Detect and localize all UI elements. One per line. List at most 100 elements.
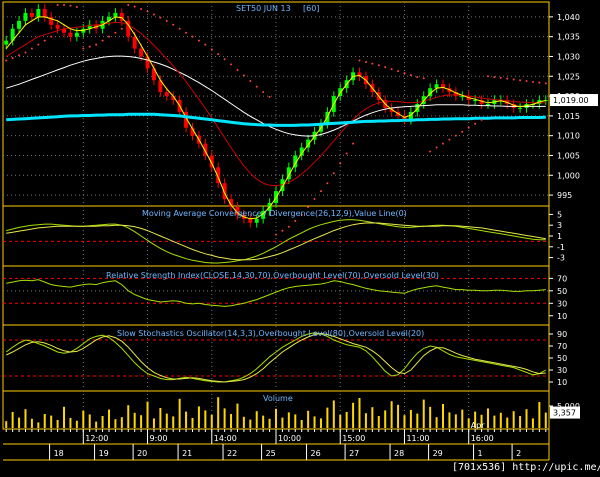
time-label: 11:00 xyxy=(406,434,429,443)
date-label: 28 xyxy=(394,449,404,458)
psar-dot xyxy=(538,81,541,84)
psar-dot xyxy=(204,43,207,46)
date-label: 26 xyxy=(311,449,321,458)
psar-dot xyxy=(95,43,98,46)
price-tick-label: 995 xyxy=(557,191,572,200)
price-tick-label: 1,030 xyxy=(557,52,580,61)
candle-body xyxy=(254,218,259,223)
psar-dot xyxy=(390,68,393,71)
chart-title: SET50 JUN 13 xyxy=(236,4,291,13)
psar-dot xyxy=(339,162,342,165)
rsi-tick-label: 70 xyxy=(557,274,567,283)
psar-dot xyxy=(429,150,432,153)
psar-dot xyxy=(146,10,149,13)
candle-body xyxy=(55,24,60,29)
psar-dot xyxy=(127,4,130,6)
date-label: 21 xyxy=(182,449,192,458)
psar-dot xyxy=(230,63,233,66)
psar-dot xyxy=(474,122,477,125)
macd-tick-label: -1 xyxy=(557,243,565,252)
time-label: 10:00 xyxy=(278,434,301,443)
candle-body xyxy=(4,40,9,45)
rsi-tick-label: 10 xyxy=(557,312,567,321)
psar-dot xyxy=(114,31,117,34)
psar-dot xyxy=(486,75,489,78)
psar-dot xyxy=(371,62,374,65)
psar-dot xyxy=(307,205,310,208)
candle-body xyxy=(68,32,73,37)
psar-dot xyxy=(11,57,14,60)
psar-dot xyxy=(461,130,464,133)
psar-dot xyxy=(544,82,547,85)
psar-dot xyxy=(345,152,348,155)
candle-body xyxy=(36,8,41,17)
date-label: 2 xyxy=(516,449,521,458)
psar-dot xyxy=(275,233,277,236)
psar-dot xyxy=(493,76,496,79)
psar-dot xyxy=(159,16,162,19)
psar-dot xyxy=(467,126,470,129)
macd-tick-label: 1 xyxy=(557,232,562,241)
candle-body xyxy=(74,32,79,37)
psar-dot xyxy=(409,74,412,77)
psar-dot xyxy=(140,7,143,10)
psar-dot xyxy=(172,23,175,26)
psar-dot xyxy=(249,80,252,83)
time-label: 15:00 xyxy=(342,434,365,443)
candle-body xyxy=(17,20,22,29)
month-label: Apr xyxy=(471,421,486,430)
psar-dot xyxy=(255,85,258,88)
psar-dot xyxy=(242,74,245,77)
psar-dot xyxy=(448,138,451,141)
last-price-value: 1,019.00 xyxy=(553,96,589,105)
macd-tick-label: 5 xyxy=(557,210,562,219)
psar-dot xyxy=(88,45,91,48)
psar-dot xyxy=(435,146,438,149)
date-label: 1 xyxy=(478,449,483,458)
psar-dot xyxy=(185,31,188,34)
date-label: 18 xyxy=(54,449,64,458)
psar-dot xyxy=(24,51,27,54)
psar-dot xyxy=(69,4,72,7)
stoch-tick-label: 10 xyxy=(557,378,567,387)
psar-dot xyxy=(50,35,53,38)
psar-dot xyxy=(18,54,21,57)
psar-dot xyxy=(287,225,290,228)
psar-dot xyxy=(326,182,329,185)
stoch-title: Slow Stochastics Oscillator(14,3,3),Over… xyxy=(117,329,424,338)
psar-dot xyxy=(519,79,522,82)
chart-window: 1,0401,0351,0301,0251,0201,0151,0101,005… xyxy=(0,0,600,477)
rsi-title: Relative Strength Index(CLOSE,14,30,70),… xyxy=(106,271,439,280)
rsi-tick-label: 50 xyxy=(557,287,567,296)
psar-dot xyxy=(397,70,400,73)
time-label: 16:00 xyxy=(471,434,494,443)
psar-dot xyxy=(319,190,322,193)
psar-dot xyxy=(56,4,59,6)
last-volume-value: 3,357 xyxy=(553,409,576,418)
psar-dot xyxy=(165,19,168,22)
volume-title: Volume xyxy=(263,394,293,403)
psar-dot xyxy=(133,5,136,8)
psar-dot xyxy=(531,80,534,83)
chart-interval: [60] xyxy=(303,4,319,13)
stock-chart: 1,0401,0351,0301,0251,0201,0151,0101,005… xyxy=(2,1,600,473)
date-label: 25 xyxy=(266,449,276,458)
macd-title: Moving Average Convergence / Divergence(… xyxy=(142,209,407,218)
date-label: 22 xyxy=(227,449,237,458)
candle-body xyxy=(164,92,169,97)
stoch-tick-label: 30 xyxy=(557,366,567,375)
psar-dot xyxy=(178,27,181,30)
psar-dot xyxy=(499,76,502,79)
candle-body xyxy=(42,8,47,17)
psar-dot xyxy=(217,53,220,56)
psar-dot xyxy=(294,219,297,222)
price-tick-label: 1,025 xyxy=(557,72,580,81)
candle-body xyxy=(248,218,253,223)
price-tick-label: 1,010 xyxy=(557,132,580,141)
psar-dot xyxy=(152,13,155,16)
psar-dot xyxy=(37,43,40,46)
date-label: 20 xyxy=(137,449,147,458)
candle-body xyxy=(139,48,144,57)
watermark: [701x536] http://upic.me/ xyxy=(452,462,600,473)
candle-body xyxy=(518,107,523,109)
